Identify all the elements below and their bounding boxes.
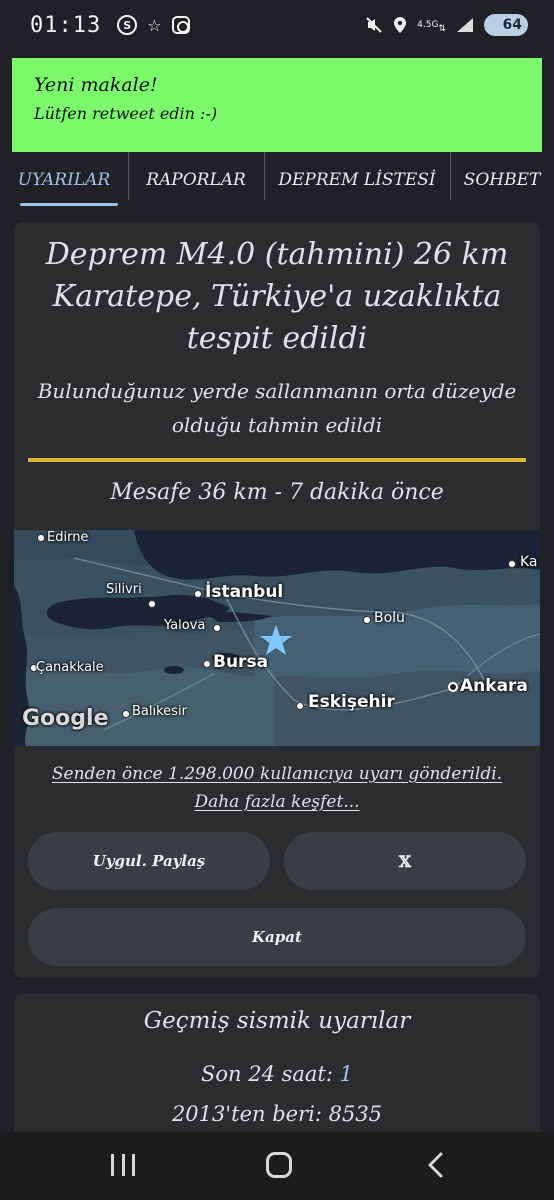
status-bar: 01:13 S ☆ 4.5G ⇅ 64: [0, 0, 554, 50]
city-dot-ka: [508, 560, 516, 568]
map-label-yalova: Yalova: [164, 618, 206, 633]
instagram-icon: [171, 16, 190, 34]
tab-bar: UYARILAR RAPORLAR DEPREM LİSTESİ SOHBET: [0, 152, 554, 208]
distance-time: Mesafe 36 km - 7 dakika önce: [110, 480, 444, 505]
star-outline-icon: ☆: [147, 15, 162, 35]
signal-icon: [456, 17, 474, 33]
map-label-edirne: Edirne: [47, 530, 89, 545]
tab-reports[interactable]: RAPORLAR: [128, 152, 264, 208]
history-last-24h-value[interactable]: 1: [340, 1062, 353, 1086]
history-title: Geçmiş sismik uyarılar: [143, 1008, 411, 1034]
city-dot-edirne: [37, 534, 45, 542]
banner-title: Yeni makale!: [34, 74, 158, 96]
city-dot-bolu: [363, 616, 371, 624]
map-label-ka: Ka: [520, 554, 538, 570]
tab-earthquake-list[interactable]: DEPREM LİSTESİ: [264, 152, 450, 208]
city-dot-istanbul: [194, 590, 202, 598]
city-dot-silivri: [148, 600, 156, 608]
star-icon: [260, 625, 292, 655]
google-logo: Google: [22, 706, 109, 731]
history-since-2013: 2013'ten beri: 8535: [171, 1102, 383, 1126]
epicenter-map[interactable]: Edirne Silivri İstanbul Yalova Bolu Ka Ç…: [14, 530, 540, 746]
x-share-button[interactable]: 𝕏: [284, 832, 526, 890]
city-dot-eskisehir: [296, 702, 304, 710]
map-label-istanbul: İstanbul: [205, 582, 284, 602]
map-label-eskisehir: Eskişehir: [308, 692, 395, 712]
history-last-24h: Son 24 saat: 1: [14, 1062, 540, 1086]
map-label-ankara: Ankara: [460, 676, 528, 696]
alert-divider: [28, 458, 526, 462]
location-icon: [393, 16, 407, 34]
map-label-canakkale: Çanakkale: [36, 660, 104, 675]
status-time: 01:13: [30, 12, 102, 38]
history-last-24h-label: Son 24 saat:: [200, 1062, 340, 1086]
s-circle-icon: S: [117, 15, 138, 35]
recents-icon[interactable]: [111, 1154, 135, 1176]
tab-alerts[interactable]: UYARILAR: [0, 152, 128, 208]
share-app-button[interactable]: Uygul. Paylaş: [28, 832, 270, 890]
city-dot-yalova: [213, 624, 221, 632]
back-icon[interactable]: [424, 1152, 448, 1178]
network-type: 4.5G ⇅: [417, 19, 446, 34]
home-icon[interactable]: [266, 1152, 292, 1178]
news-banner[interactable]: Yeni makale! Lütfen retweet edin :-): [12, 58, 542, 152]
city-dot-balikesir: [122, 710, 130, 718]
city-dot-bursa: [203, 660, 211, 668]
battery-icon: 64: [484, 14, 528, 36]
alert-title: Deprem M4.0 (tahmini) 26 km Karatepe, Tü…: [45, 237, 509, 356]
map-label-silivri: Silivri: [106, 582, 142, 597]
shaking-estimate: Bulunduğunuz yerde sallanmanın orta düze…: [37, 379, 517, 437]
map-label-balikesir: Balıkesir: [132, 704, 187, 719]
system-navbar: [0, 1132, 554, 1200]
map-label-bolu: Bolu: [374, 610, 405, 626]
close-button[interactable]: Kapat: [28, 908, 526, 966]
tab-chat[interactable]: SOHBET: [450, 152, 554, 208]
alert-card: Deprem M4.0 (tahmini) 26 km Karatepe, Tü…: [14, 222, 540, 978]
banner-subtitle: Lütfen retweet edin :-): [34, 104, 218, 123]
city-dot-ankara: [448, 682, 458, 692]
mute-icon: [365, 16, 383, 34]
users-notified-link[interactable]: Senden önce 1.298.000 kullanıcıya uyarı …: [28, 760, 526, 816]
